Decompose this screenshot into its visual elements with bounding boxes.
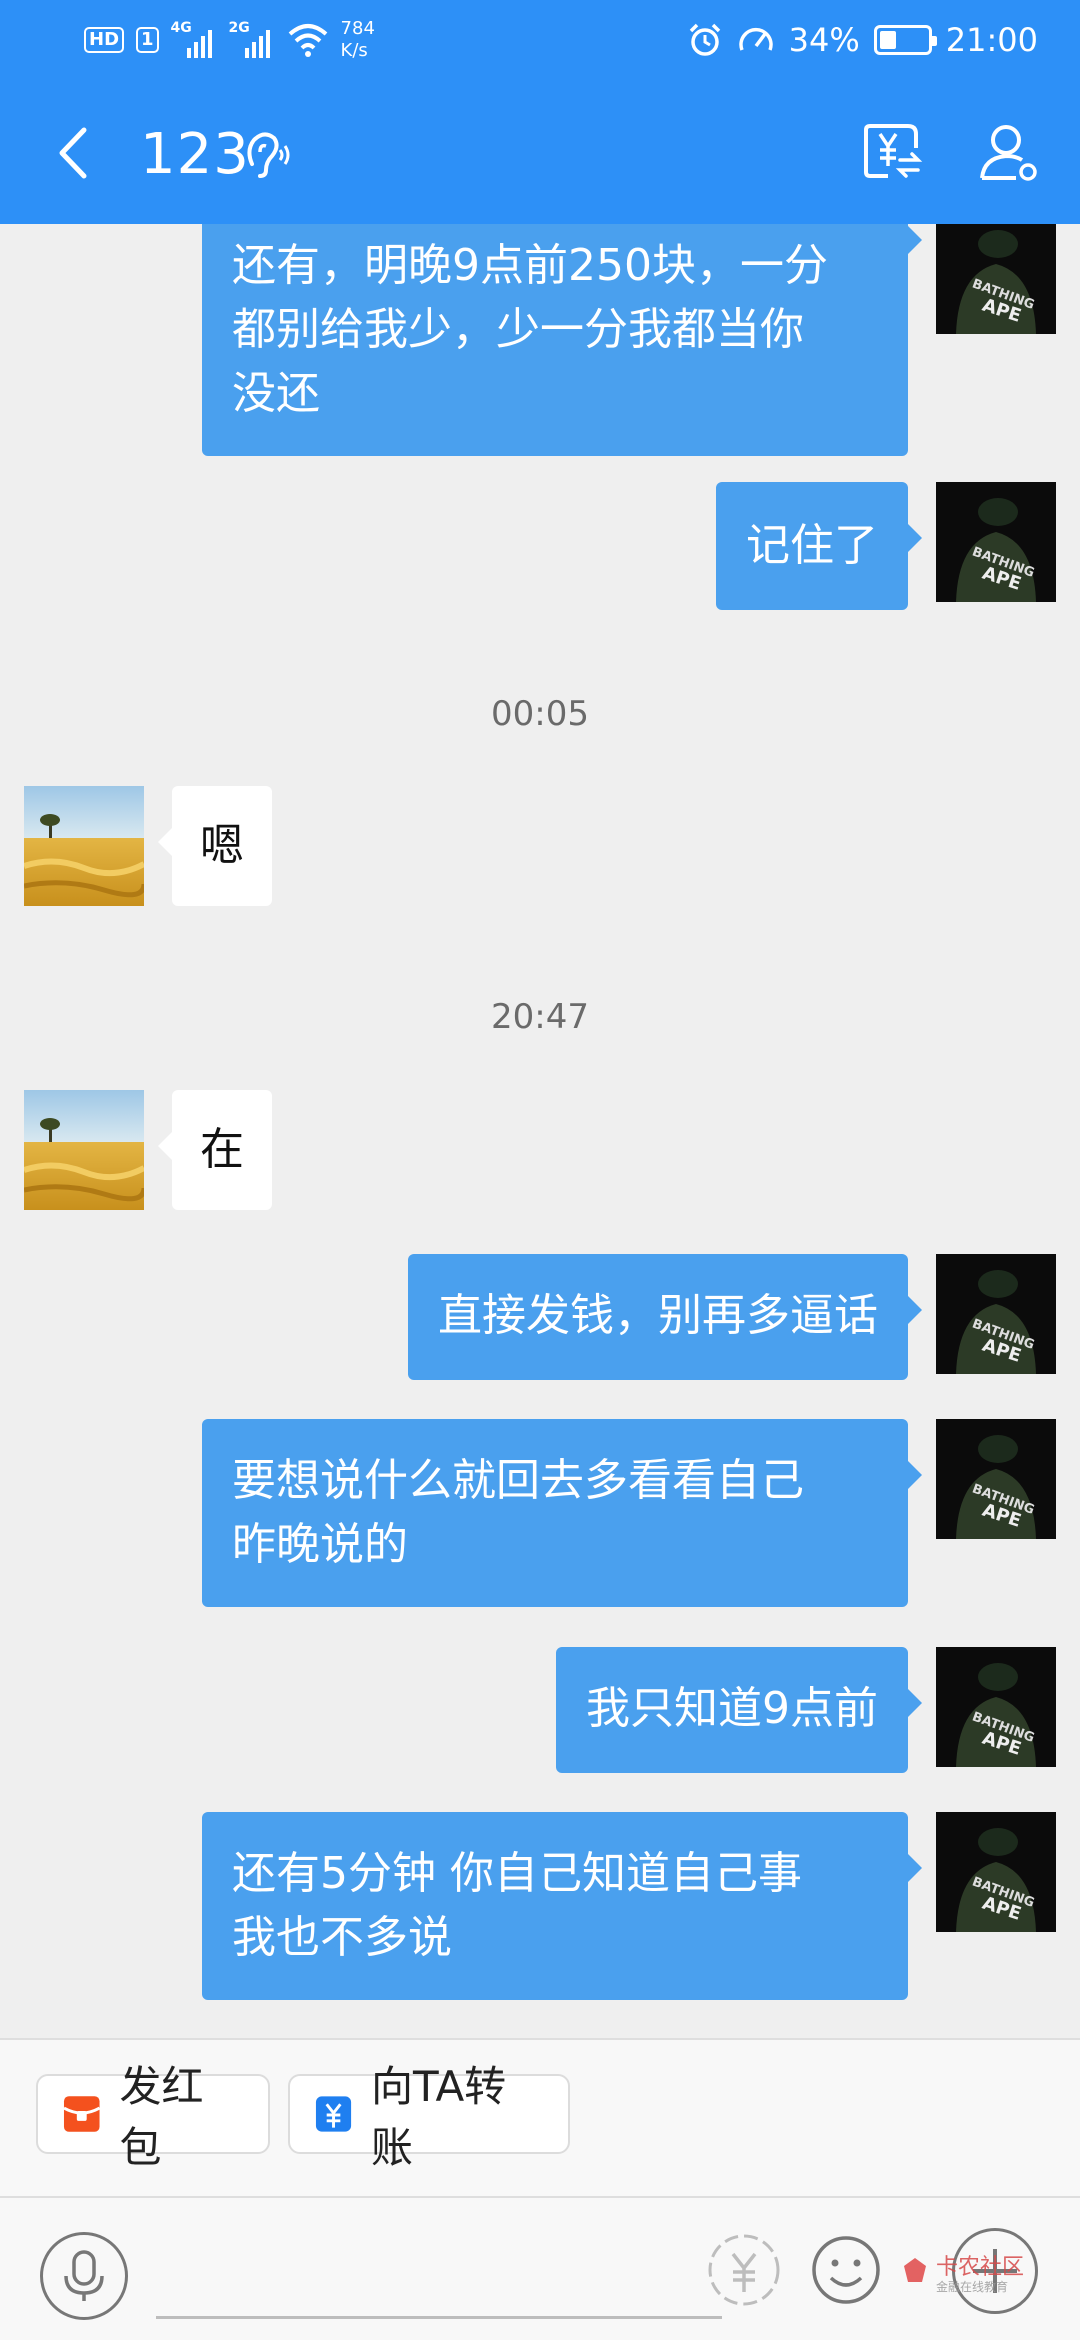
watermark-subtext: 金融在线教育 [936, 2280, 1009, 2294]
message-line: 要想说什么就回去多看看自己 [232, 1455, 804, 1506]
alarm-icon [689, 23, 720, 56]
hd-badge: HD [84, 27, 125, 53]
ear-icon[interactable] [244, 130, 290, 180]
battery-icon [873, 25, 937, 55]
red-envelope-button[interactable]: 发红包 [36, 2062, 270, 2172]
message-list[interactable]: BATHING APE 还有，明晚9点前250块，一分 都别给我少，少一分我都当… [0, 224, 1080, 2038]
red-envelope-icon [63, 2096, 101, 2132]
status-right: 34% 21:00 [687, 14, 1038, 66]
message-line: 都别给我少，少一分我都当你 [232, 304, 804, 355]
transfer-button[interactable]: 向TA转账 [288, 2062, 570, 2172]
battery-percent: 34% [788, 21, 860, 59]
status-time: 21:00 [945, 21, 1038, 59]
bathing-ape-avatar-image: BATHING APE [936, 482, 1056, 602]
outgoing-message[interactable]: 要想说什么就回去多看看自己 昨晚说的 [202, 1419, 922, 1607]
outgoing-message[interactable]: 还有5分钟 你自己知道自己事 我也不多说 [202, 1812, 922, 2000]
incoming-message[interactable]: 嗯 [158, 786, 272, 906]
bathing-ape-avatar-image: BATHING APE [936, 1419, 1056, 1539]
self-avatar[interactable]: BATHING APE [936, 224, 1056, 334]
quick-action-bar: 发红包 向TA转账 [0, 2038, 1080, 2196]
bathing-ape-avatar-image: BATHING APE [936, 1812, 1056, 1932]
message-line: 我也不多说 [232, 1912, 452, 1963]
chat-screen: HD 1 4G 2G 784 K/s 34% 21:00 123 BATHING… [0, 0, 1080, 2340]
incoming-message[interactable]: 在 [158, 1090, 272, 1210]
watermark-text: 卡农社区 [936, 2255, 1025, 2280]
transfer-icon [315, 2096, 352, 2132]
message-line: 直接发钱，别再多逼话 [438, 1290, 878, 1341]
status-left: HD 1 4G 2G 784 K/s [84, 14, 375, 66]
message-line: 还有5分钟 你自己知道自己事 [232, 1848, 802, 1899]
outgoing-message[interactable]: 直接发钱，别再多逼话 [408, 1254, 922, 1380]
timestamp: 00:05 [491, 694, 589, 734]
input-bar: 卡农社区 金融在线教育 [0, 2196, 1080, 2340]
chat-title: 123 [140, 122, 250, 187]
bathing-ape-avatar-image: BATHING APE [936, 224, 1056, 334]
signal-icon: 4G [171, 20, 217, 60]
transfer-label: 向TA转账 [371, 2062, 507, 2172]
status-bar: HD 1 4G 2G 784 K/s 34% 21:00 [0, 0, 1080, 80]
message-line: 还有，明晚9点前250块，一分 [232, 240, 828, 291]
battery-level [879, 31, 896, 49]
back-arrow-icon[interactable] [44, 118, 104, 188]
message-line: 我只知道9点前 [586, 1683, 878, 1734]
red-packet-icon[interactable] [706, 2232, 782, 2308]
outgoing-message[interactable]: 还有，明晚9点前250块，一分 都别给我少，少一分我都当你 没还 [202, 224, 922, 456]
wifi-icon [288, 24, 327, 57]
transfer-yuan-icon[interactable] [860, 118, 926, 184]
signal-icon-2: 2G [229, 20, 275, 60]
message-line: 昨晚说的 [232, 1519, 408, 1570]
message-input[interactable] [156, 2316, 722, 2319]
title-bar: 123 [0, 80, 1080, 224]
watermark-logo-icon [904, 2258, 926, 2282]
outgoing-message[interactable]: 记住了 [716, 482, 922, 610]
speed-unit: K/s [340, 40, 368, 61]
message-line: 没还 [232, 368, 320, 419]
self-avatar[interactable]: BATHING APE [936, 1419, 1056, 1539]
red-envelope-label: 发红包 [119, 2062, 204, 2172]
sim1-badge: 1 [136, 27, 159, 53]
self-avatar[interactable]: BATHING APE [936, 1812, 1056, 1932]
peer-avatar[interactable] [24, 1090, 144, 1210]
self-avatar[interactable]: BATHING APE [936, 1647, 1056, 1767]
emoji-icon[interactable] [810, 2234, 882, 2306]
timestamp: 20:47 [491, 997, 589, 1037]
message-line: 记住了 [746, 520, 878, 571]
speed-value: 784 [340, 18, 375, 39]
wheat-field-avatar-image [24, 786, 144, 906]
outgoing-message[interactable]: 我只知道9点前 [556, 1647, 922, 1773]
self-avatar[interactable]: BATHING APE [936, 482, 1056, 602]
profile-settings-icon[interactable] [976, 120, 1042, 186]
network-speed: 784 K/s [341, 18, 375, 62]
wheat-field-avatar-image [24, 1090, 144, 1210]
microphone-icon [64, 2250, 104, 2301]
watermark: 卡农社区 金融在线教育 [900, 2256, 1024, 2294]
peer-avatar[interactable] [24, 786, 144, 906]
voice-button[interactable] [40, 2232, 128, 2320]
self-avatar[interactable]: BATHING APE [936, 1254, 1056, 1374]
speedometer-icon [738, 27, 773, 51]
bathing-ape-avatar-image: BATHING APE [936, 1647, 1056, 1767]
bathing-ape-avatar-image: BATHING APE [936, 1254, 1056, 1374]
app-header: HD 1 4G 2G 784 K/s 34% 21:00 123 [0, 0, 1080, 224]
message-line: 在 [200, 1124, 244, 1175]
message-line: 嗯 [200, 820, 244, 871]
